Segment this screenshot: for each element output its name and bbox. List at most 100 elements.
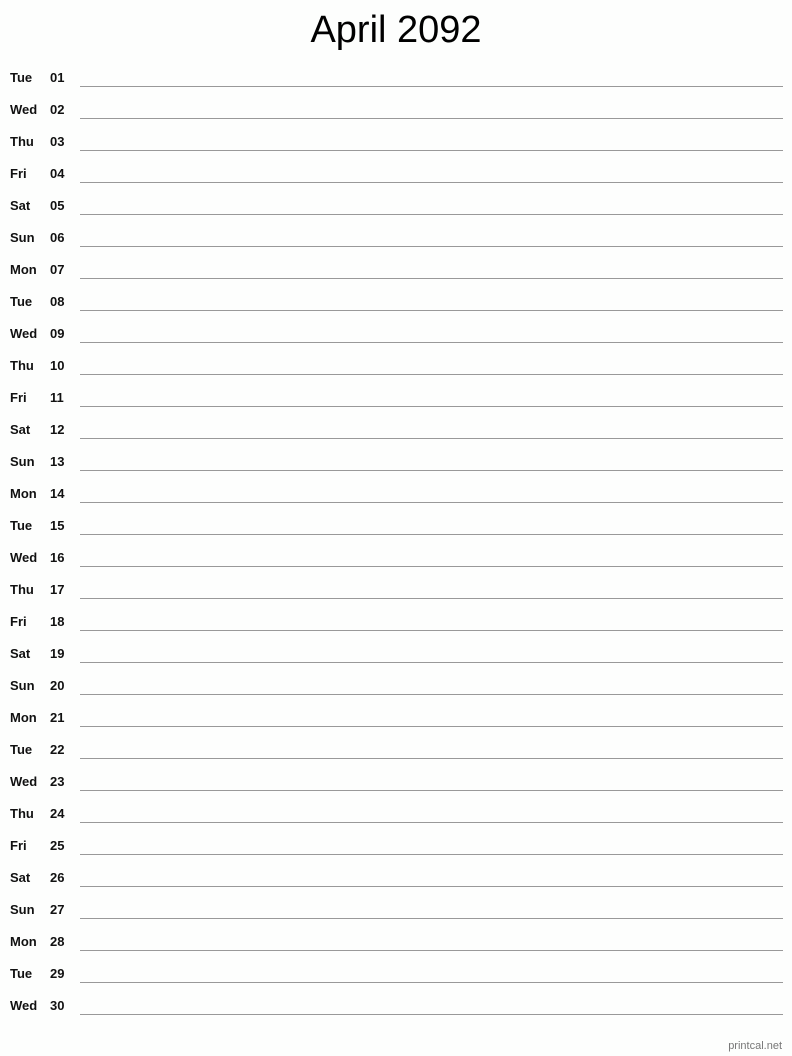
writing-line[interactable] [80, 278, 783, 279]
writing-line[interactable] [80, 886, 783, 887]
footer-credit: printcal.net [728, 1040, 782, 1052]
writing-line[interactable] [80, 566, 783, 567]
day-number: 17 [50, 582, 65, 597]
day-of-week: Sun [10, 678, 35, 693]
day-of-week: Sun [10, 230, 35, 245]
day-number: 29 [50, 966, 65, 981]
day-number: 05 [50, 198, 65, 213]
day-of-week: Tue [10, 966, 33, 981]
day-row: Sun 13 [0, 448, 792, 480]
day-row: Sat 12 [0, 416, 792, 448]
day-of-week: Mon [10, 262, 37, 277]
writing-line[interactable] [80, 150, 783, 151]
day-number: 21 [50, 710, 65, 725]
writing-line[interactable] [80, 982, 783, 983]
writing-line[interactable] [80, 470, 783, 471]
writing-line[interactable] [80, 822, 783, 823]
writing-line[interactable] [80, 726, 783, 727]
writing-line[interactable] [80, 1014, 783, 1015]
day-number: 13 [50, 454, 65, 469]
day-of-week: Fri [10, 614, 27, 629]
day-row: Thu 17 [0, 576, 792, 608]
day-row: Mon 07 [0, 256, 792, 288]
day-row: Wed 02 [0, 96, 792, 128]
writing-line[interactable] [80, 598, 783, 599]
day-number: 01 [50, 70, 65, 85]
day-row: Tue 22 [0, 736, 792, 768]
day-number: 28 [50, 934, 65, 949]
day-number: 18 [50, 614, 65, 629]
writing-line[interactable] [80, 374, 783, 375]
writing-line[interactable] [80, 854, 783, 855]
writing-line[interactable] [80, 86, 783, 87]
writing-line[interactable] [80, 118, 783, 119]
writing-line[interactable] [80, 694, 783, 695]
day-row: Wed 09 [0, 320, 792, 352]
writing-line[interactable] [80, 662, 783, 663]
day-row: Sun 20 [0, 672, 792, 704]
day-row: Sat 05 [0, 192, 792, 224]
writing-line[interactable] [80, 918, 783, 919]
writing-line[interactable] [80, 950, 783, 951]
day-number: 27 [50, 902, 65, 917]
day-of-week: Thu [10, 358, 34, 373]
day-number: 20 [50, 678, 65, 693]
writing-line[interactable] [80, 534, 783, 535]
day-of-week: Sun [10, 454, 35, 469]
day-number: 26 [50, 870, 65, 885]
day-row: Sun 06 [0, 224, 792, 256]
day-row: Sun 27 [0, 896, 792, 928]
day-number: 14 [50, 486, 65, 501]
day-row: Mon 21 [0, 704, 792, 736]
day-row: Thu 10 [0, 352, 792, 384]
day-number: 16 [50, 550, 65, 565]
day-of-week: Wed [10, 774, 38, 789]
day-row: Wed 23 [0, 768, 792, 800]
day-of-week: Tue [10, 742, 33, 757]
day-number: 23 [50, 774, 65, 789]
day-row: Fri 25 [0, 832, 792, 864]
day-row: Fri 11 [0, 384, 792, 416]
day-row: Tue 29 [0, 960, 792, 992]
writing-line[interactable] [80, 630, 783, 631]
page-title: April 2092 [310, 9, 482, 51]
day-of-week: Wed [10, 102, 38, 117]
writing-line[interactable] [80, 246, 783, 247]
day-of-week: Thu [10, 582, 34, 597]
day-row: Wed 16 [0, 544, 792, 576]
day-of-week: Sat [10, 422, 31, 437]
writing-line[interactable] [80, 182, 783, 183]
day-number: 25 [50, 838, 65, 853]
day-number: 04 [50, 166, 65, 181]
day-number: 06 [50, 230, 65, 245]
day-number: 24 [50, 806, 65, 821]
day-number: 03 [50, 134, 65, 149]
day-number: 30 [50, 998, 65, 1013]
day-number: 08 [50, 294, 65, 309]
day-row: Thu 03 [0, 128, 792, 160]
day-row: Mon 28 [0, 928, 792, 960]
day-of-week: Tue [10, 518, 33, 533]
writing-line[interactable] [80, 502, 783, 503]
day-row: Mon 14 [0, 480, 792, 512]
day-number: 10 [50, 358, 65, 373]
day-of-week: Sat [10, 870, 31, 885]
writing-line[interactable] [80, 406, 783, 407]
day-number: 15 [50, 518, 65, 533]
writing-line[interactable] [80, 214, 783, 215]
day-number: 02 [50, 102, 65, 117]
writing-line[interactable] [80, 790, 783, 791]
day-of-week: Wed [10, 550, 38, 565]
day-of-week: Thu [10, 134, 34, 149]
writing-line[interactable] [80, 438, 783, 439]
writing-line[interactable] [80, 342, 783, 343]
day-row: Sat 26 [0, 864, 792, 896]
day-of-week: Tue [10, 294, 33, 309]
day-of-week: Wed [10, 998, 38, 1013]
day-of-week: Sun [10, 902, 35, 917]
writing-line[interactable] [80, 310, 783, 311]
day-row: Tue 15 [0, 512, 792, 544]
day-number: 22 [50, 742, 65, 757]
writing-line[interactable] [80, 758, 783, 759]
day-row: Tue 08 [0, 288, 792, 320]
